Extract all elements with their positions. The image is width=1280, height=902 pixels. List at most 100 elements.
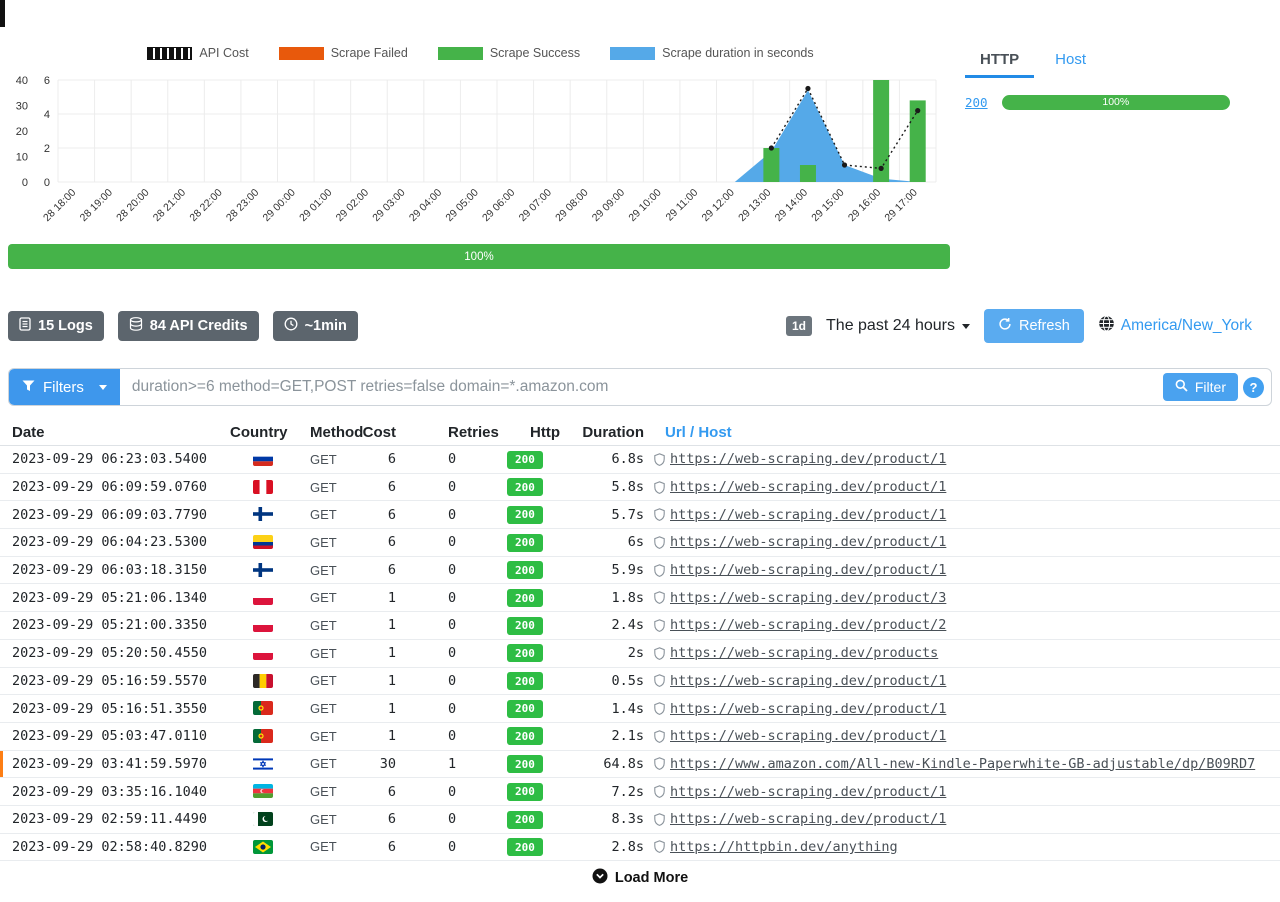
http-status-badge: 200 — [507, 811, 543, 829]
log-retries: 0 — [430, 507, 505, 523]
svg-text:29 16:00: 29 16:00 — [846, 187, 883, 224]
shield-icon — [654, 453, 665, 466]
column-header-duration: Duration — [570, 424, 652, 441]
log-url-link[interactable]: https://web-scraping.dev/product/3 — [670, 590, 946, 606]
log-url-link[interactable]: https://web-scraping.dev/product/2 — [670, 617, 946, 633]
http-status-badge: 200 — [507, 727, 543, 745]
table-row[interactable]: 2023-09-29 06:09:03.7790GET602005.7shttp… — [0, 501, 1280, 529]
log-http-cell: 200 — [505, 478, 570, 497]
table-row[interactable]: 2023-09-29 06:23:03.5400GET602006.8shttp… — [0, 446, 1280, 474]
log-http-cell: 200 — [505, 533, 570, 552]
svg-text:29 09:00: 29 09:00 — [590, 187, 627, 224]
load-more-row: Load More — [0, 868, 1280, 888]
log-url-link[interactable]: https://web-scraping.dev/products — [670, 645, 938, 661]
table-row[interactable]: 2023-09-29 05:21:06.1340GET102001.8shttp… — [0, 584, 1280, 612]
shield-icon — [654, 536, 665, 549]
column-header-http: Http — [505, 424, 570, 441]
chart-canvas: 010203040024628 18:0028 19:0028 20:0028 … — [8, 64, 950, 236]
log-url-link[interactable]: https://www.amazon.com/All-new-Kindle-Pa… — [670, 756, 1255, 772]
log-url-link[interactable]: https://httpbin.dev/anything — [670, 839, 898, 855]
log-method: GET — [296, 784, 360, 799]
log-url-cell: https://web-scraping.dev/product/1 — [652, 728, 1280, 744]
filter-query-input[interactable] — [120, 369, 1163, 405]
status-panel-tabs: HTTP Host — [965, 44, 1272, 78]
log-url-link[interactable]: https://web-scraping.dev/product/1 — [670, 728, 946, 744]
timezone-link[interactable]: America/New_York — [1098, 315, 1252, 337]
log-url-link[interactable]: https://web-scraping.dev/product/1 — [670, 562, 946, 578]
table-row[interactable]: 2023-09-29 05:16:59.5570GET102000.5shttp… — [0, 668, 1280, 696]
country-flag-icon-br — [230, 838, 296, 856]
log-table-header: DateCountryMethodCostRetriesHttpDuration… — [0, 419, 1280, 446]
table-row[interactable]: 2023-09-29 05:20:50.4550GET102002shttps:… — [0, 640, 1280, 668]
help-button[interactable]: ? — [1243, 377, 1264, 398]
log-method: GET — [296, 673, 360, 688]
column-header-url[interactable]: Url / Host — [652, 424, 1280, 441]
table-row[interactable]: 2023-09-29 05:16:51.3550GET102001.4shttp… — [0, 695, 1280, 723]
log-url-link[interactable]: https://web-scraping.dev/product/1 — [670, 784, 946, 800]
refresh-icon — [998, 317, 1012, 335]
log-cost: 1 — [360, 617, 430, 633]
logs-count-label: 15 Logs — [38, 318, 93, 334]
http-status-badge: 200 — [507, 534, 543, 552]
http-status-badge: 200 — [507, 755, 543, 773]
http-status-badge: 200 — [507, 838, 543, 856]
tab-http[interactable]: HTTP — [965, 44, 1034, 78]
http-code-link[interactable]: 200 — [965, 95, 988, 110]
log-http-cell: 200 — [505, 727, 570, 746]
table-row[interactable]: 2023-09-29 03:35:16.1040GET602007.2shttp… — [0, 778, 1280, 806]
apply-filter-button[interactable]: Filter — [1163, 373, 1238, 401]
table-row[interactable]: 2023-09-29 06:03:18.3150GET602005.9shttp… — [0, 557, 1280, 585]
log-date: 2023-09-29 02:59:11.4490 — [0, 811, 230, 827]
log-url-link[interactable]: https://web-scraping.dev/product/1 — [670, 811, 946, 827]
time-range-select[interactable]: The past 24 hours — [826, 317, 970, 335]
log-method: GET — [296, 812, 360, 827]
log-cost: 6 — [360, 562, 430, 578]
chevron-down-circle-icon — [592, 868, 608, 888]
log-url-cell: https://web-scraping.dev/product/1 — [652, 507, 1280, 523]
log-retries: 0 — [430, 617, 505, 633]
shield-icon — [654, 674, 665, 687]
log-duration: 5.9s — [570, 562, 652, 578]
table-row[interactable]: 2023-09-29 06:04:23.5300GET602006shttps:… — [0, 529, 1280, 557]
log-retries: 0 — [430, 590, 505, 606]
log-url-link[interactable]: https://web-scraping.dev/product/1 — [670, 451, 946, 467]
log-url-link[interactable]: https://web-scraping.dev/product/1 — [670, 673, 946, 689]
http-status-badge: 200 — [507, 451, 543, 469]
log-url-link[interactable]: https://web-scraping.dev/product/1 — [670, 534, 946, 550]
country-flag-icon-fi — [230, 561, 296, 579]
country-flag-icon-pt — [230, 727, 296, 745]
legend-item[interactable]: Scrape Success — [438, 46, 580, 60]
svg-text:10: 10 — [16, 152, 28, 164]
log-date: 2023-09-29 06:23:03.5400 — [0, 451, 230, 467]
log-date: 2023-09-29 06:09:59.0760 — [0, 479, 230, 495]
log-date: 2023-09-29 02:58:40.8290 — [0, 839, 230, 855]
legend-item[interactable]: Scrape Failed — [279, 46, 408, 60]
log-url-link[interactable]: https://web-scraping.dev/product/1 — [670, 701, 946, 717]
svg-text:0: 0 — [22, 177, 28, 189]
refresh-button[interactable]: Refresh — [984, 309, 1084, 343]
log-retries: 0 — [430, 728, 505, 744]
log-url-link[interactable]: https://web-scraping.dev/product/1 — [670, 507, 946, 523]
log-url-link[interactable]: https://web-scraping.dev/product/1 — [670, 479, 946, 495]
table-row[interactable]: 2023-09-29 03:41:59.5970GET30120064.8sht… — [0, 751, 1280, 779]
globe-icon — [1098, 315, 1115, 337]
tab-host[interactable]: Host — [1040, 44, 1101, 78]
table-row[interactable]: 2023-09-29 05:03:47.0110GET102002.1shttp… — [0, 723, 1280, 751]
table-row[interactable]: 2023-09-29 06:09:59.0760GET602005.8shttp… — [0, 474, 1280, 502]
table-row[interactable]: 2023-09-29 02:58:40.8290GET602002.8shttp… — [0, 834, 1280, 862]
table-row[interactable]: 2023-09-29 05:21:00.3350GET102002.4shttp… — [0, 612, 1280, 640]
table-row[interactable]: 2023-09-29 02:59:11.4490GET602008.3shttp… — [0, 806, 1280, 834]
country-flag-icon-pl — [230, 644, 296, 662]
log-method: GET — [296, 480, 360, 495]
legend-item[interactable]: API Cost — [147, 46, 248, 60]
log-http-cell: 200 — [505, 616, 570, 635]
shield-icon — [654, 730, 665, 743]
load-more-button[interactable]: Load More — [592, 868, 688, 888]
funnel-icon — [22, 379, 35, 396]
log-retries: 0 — [430, 534, 505, 550]
chevron-down-icon — [99, 385, 107, 390]
svg-text:2: 2 — [44, 143, 50, 155]
timezone-label: America/New_York — [1121, 317, 1252, 335]
filters-dropdown-button[interactable]: Filters — [9, 369, 120, 405]
legend-item[interactable]: Scrape duration in seconds — [610, 46, 813, 60]
